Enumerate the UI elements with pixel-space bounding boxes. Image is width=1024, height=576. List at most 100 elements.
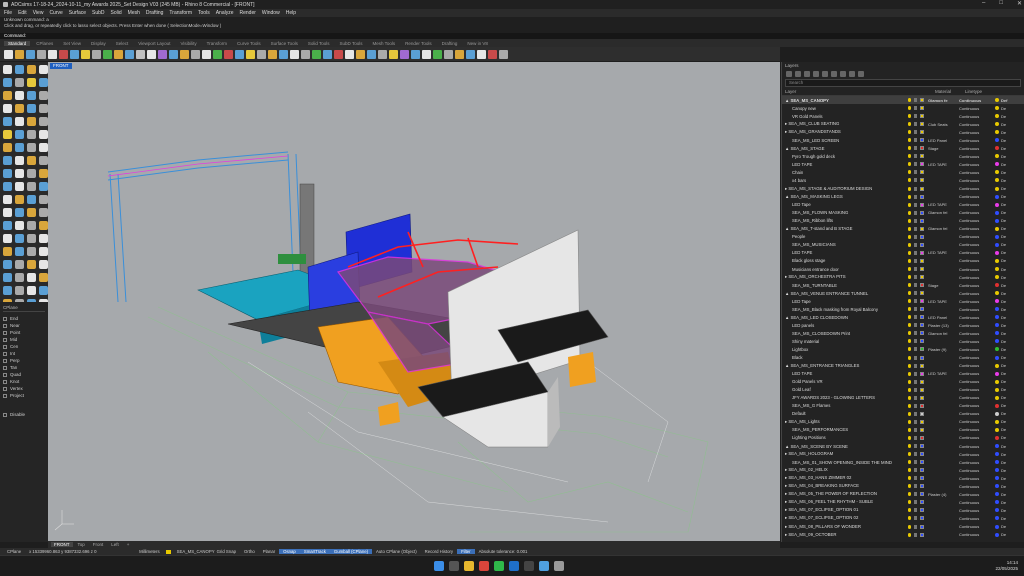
layer-visibility-bulb-icon[interactable] [908,234,911,239]
toolbar-tab[interactable]: Drafting [438,41,462,46]
toolbar-command-icon[interactable] [422,49,431,59]
layer-visibility-bulb-icon[interactable] [908,452,911,457]
toolbar-tab[interactable]: Surface Tools [267,41,302,46]
layer-linetype[interactable]: Continuous [959,162,999,167]
layer-color-swatch[interactable] [920,218,924,223]
tool-icon[interactable] [27,260,36,269]
layer-color-swatch[interactable] [920,291,924,296]
layer-print-color[interactable] [995,403,999,408]
tool-icon[interactable] [3,286,12,295]
layer-linetype[interactable]: Continuous [959,258,999,263]
layer-lock-icon[interactable] [914,347,917,352]
layer-row[interactable]: ▲ SEA_MS_CANOPY Glamon fe Continuous Def [782,96,1024,105]
tool-icon[interactable] [39,143,48,152]
layer-print-width[interactable]: De [1001,234,1006,239]
layer-column[interactable]: Layer [785,89,935,94]
menu-item[interactable]: View [33,10,44,16]
tool-icon[interactable] [39,65,48,74]
menu-item[interactable]: Render [240,10,256,16]
toolbar-command-icon[interactable] [147,49,156,59]
layer-print-width[interactable]: De [1001,122,1006,127]
layer-linetype[interactable]: Continuous [959,250,999,255]
layer-lock-icon[interactable] [914,291,917,296]
menu-item[interactable]: Help [286,10,296,16]
layer-print-width[interactable]: De [1001,283,1006,288]
menu-item[interactable]: Curve [49,10,62,16]
layer-visibility-bulb-icon[interactable] [908,146,911,151]
layer-visibility-bulb-icon[interactable] [908,427,911,432]
layer-visibility-bulb-icon[interactable] [908,267,911,271]
layer-lock-icon[interactable] [914,154,917,159]
layer-row[interactable]: LED panels Plaster (13) Continuous De [782,321,1024,329]
layer-row[interactable]: ▸ SEA_MS_03_HANS ZIMMER 02 Continuous De [782,474,1024,482]
tool-icon[interactable] [3,195,12,204]
toolbar-command-icon[interactable] [466,49,475,59]
osnap-checkbox[interactable] [3,323,7,328]
osnap-option[interactable]: Mid [3,336,45,343]
current-layer[interactable]: SEA_MS_CANOPY [173,549,215,554]
tool-icon[interactable] [15,117,24,126]
toolbar-command-icon[interactable] [444,49,453,59]
tool-icon[interactable] [3,104,12,113]
layer-print-width[interactable]: De [1001,258,1006,263]
layer-material[interactable]: Plaster (9) [928,347,956,352]
layer-row[interactable]: ▸ SEA_MS_06_FEEL THE RHYTHM - SUBLE Conti… [782,498,1024,506]
layer-visibility-bulb-icon[interactable] [908,130,911,135]
osnap-checkbox[interactable] [3,344,7,349]
layer-print-width[interactable]: De [1001,114,1006,119]
viewport-tab[interactable]: + [124,542,133,547]
layer-print-color[interactable] [995,218,999,223]
layer-row[interactable]: ▸ SEA_MS_02_HELIX Continuous De [782,466,1024,474]
layer-color-swatch[interactable] [920,186,924,191]
layer-color-swatch[interactable] [920,492,924,497]
status-toggle[interactable]: Filter [457,549,475,554]
layer-material[interactable]: Glamon fel [928,331,956,336]
toolbar-command-icon[interactable] [455,49,464,59]
tool-icon[interactable] [39,260,48,269]
layer-row[interactable]: Default Continuous De [782,410,1024,418]
layer-linetype[interactable]: Continuous [959,500,999,505]
tool-icon[interactable] [39,91,48,100]
layer-print-width[interactable]: De [1001,170,1006,175]
tool-icon[interactable] [3,117,12,126]
layer-print-width[interactable]: De [1001,267,1006,272]
toolbar-tab[interactable]: Visibility [176,41,200,46]
layer-row[interactable]: Gold Leaf Continuous De [782,386,1024,394]
layer-visibility-bulb-icon[interactable] [908,403,911,408]
layer-material[interactable]: LED Panel [928,315,956,320]
layer-visibility-bulb-icon[interactable] [908,258,911,263]
tool-icon[interactable] [27,104,36,113]
layer-linetype[interactable]: Continuous [959,114,999,119]
layer-print-width[interactable]: De [1001,452,1006,457]
toolbar-command-icon[interactable] [312,49,321,59]
layer-lock-icon[interactable] [914,387,917,392]
layer-print-width[interactable]: De [1001,138,1006,143]
layer-print-width[interactable]: De [1001,242,1006,247]
layer-visibility-bulb-icon[interactable] [908,460,911,465]
layer-linetype[interactable]: Continuous [959,331,999,336]
tool-icon[interactable] [27,78,36,87]
layer-visibility-bulb-icon[interactable] [908,283,911,288]
layer-color-swatch[interactable] [920,508,924,513]
tool-icon[interactable] [39,117,48,126]
tool-icon[interactable] [15,247,24,256]
layer-lock-icon[interactable] [914,106,917,111]
layer-lock-icon[interactable] [914,315,917,320]
layer-print-color[interactable] [995,435,999,440]
tool-icon[interactable] [27,156,36,165]
layer-material[interactable]: LED TAPE [928,162,956,167]
toolbar-command-icon[interactable] [213,49,222,59]
layer-lock-icon[interactable] [914,444,917,449]
layer-row[interactable]: JFY AWARDS 2023 - GLOWING LETTERS Continu… [782,394,1024,402]
layer-color-swatch[interactable] [920,258,924,263]
units-readout[interactable]: Millimeters [135,549,164,554]
layer-color-swatch[interactable] [920,315,924,320]
layer-linetype[interactable]: Continuous [959,435,999,440]
tool-icon[interactable] [3,143,12,152]
layer-print-width[interactable]: De [1001,379,1006,384]
layer-row[interactable]: Gold Panels VR Continuous De [782,378,1024,386]
layer-linetype[interactable]: Continuous [959,226,999,231]
layer-visibility-bulb-icon[interactable] [908,106,911,111]
layer-row[interactable]: ▸ SEA_MS_Lights Continuous De [782,418,1024,426]
layer-material[interactable]: LED TAPE [928,299,956,304]
